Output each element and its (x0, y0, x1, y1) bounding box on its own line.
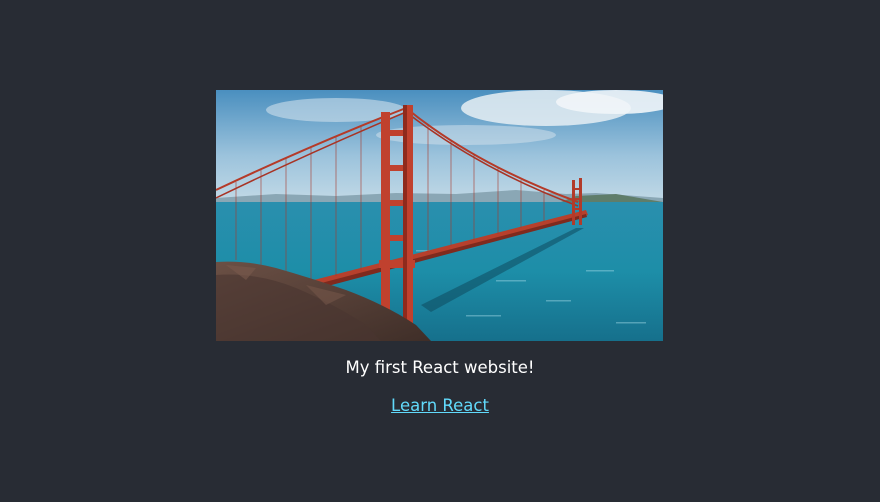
caption-text: My first React website! (345, 358, 535, 377)
learn-react-link[interactable]: Learn React (391, 396, 489, 415)
golden-gate-bridge-image (216, 90, 663, 341)
learn-react-link-container: Learn React (0, 394, 880, 418)
hero-image (216, 90, 663, 341)
app-root: My first React website! Learn React (0, 0, 880, 502)
